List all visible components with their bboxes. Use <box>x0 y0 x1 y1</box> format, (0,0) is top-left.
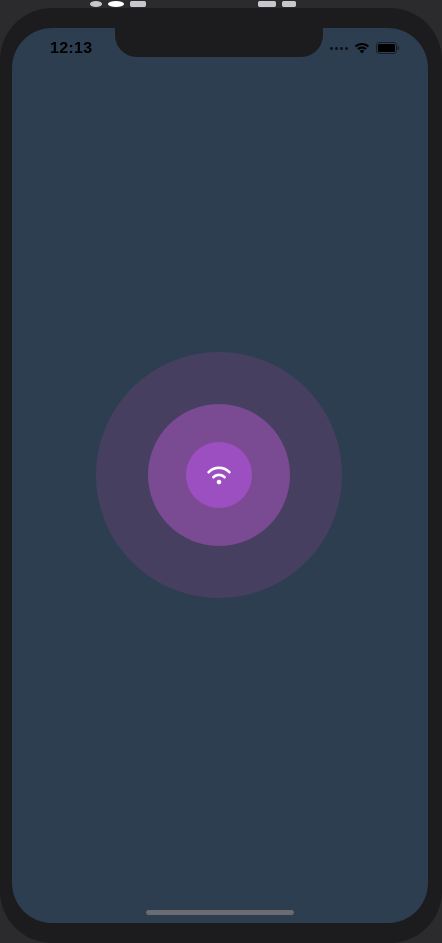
status-time: 12:13 <box>50 40 93 57</box>
wifi-icon <box>354 43 370 54</box>
battery-icon <box>376 42 400 54</box>
menubar-icon <box>130 0 146 7</box>
home-indicator[interactable] <box>146 910 294 915</box>
menubar-icon <box>258 0 276 7</box>
menubar-icon <box>90 0 102 7</box>
wifi-icon <box>207 466 231 485</box>
menubar-icon <box>108 0 124 7</box>
desktop-menubar-fragment <box>90 0 360 7</box>
menubar-icon <box>282 0 296 7</box>
pulse-center-button[interactable] <box>186 442 252 508</box>
cellular-dots-icon <box>330 46 348 50</box>
status-indicators <box>330 42 400 54</box>
phone-notch <box>115 20 323 57</box>
